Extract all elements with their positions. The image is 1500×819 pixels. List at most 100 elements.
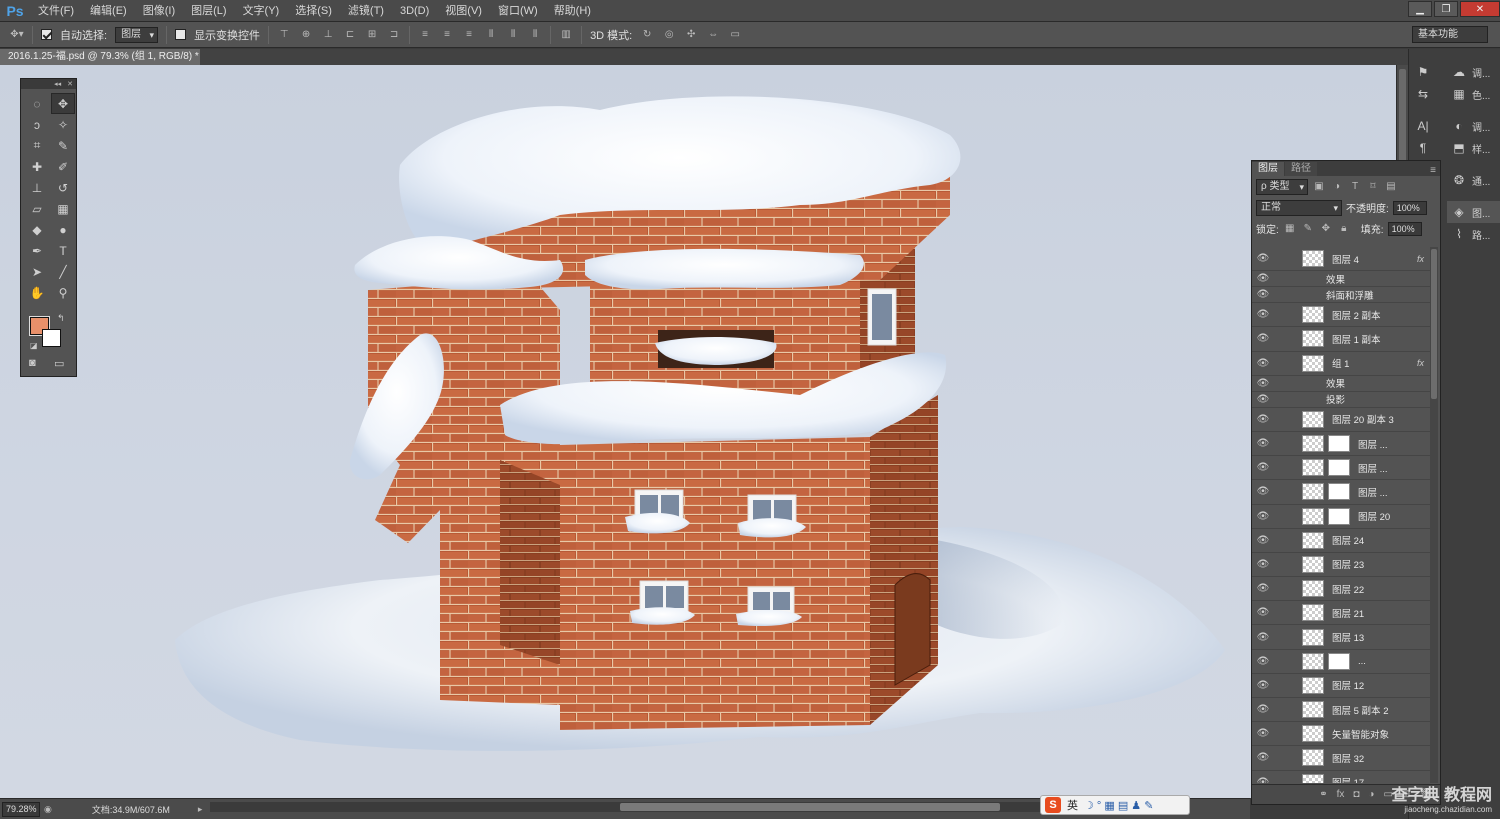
menu-layer[interactable]: 图层(L) [183, 0, 234, 22]
layer-row[interactable]: 👁︎ 图层 22 [1252, 577, 1430, 602]
layer-row[interactable]: 👁︎ 图层 4 fx [1252, 247, 1430, 272]
layer-row[interactable]: 👁︎ 图层 1 副本 [1252, 327, 1430, 352]
auto-select-checkbox[interactable] [41, 29, 52, 40]
visibility-eye-icon[interactable]: 👁︎ [1252, 289, 1274, 300]
distribute-left-icon[interactable]: ⦀ [484, 28, 498, 42]
layer-effect-row[interactable]: 👁︎ 投影 [1252, 392, 1430, 408]
healing-brush-icon[interactable]: ✚ [25, 156, 49, 177]
visibility-eye-icon[interactable]: 👁︎ [1252, 309, 1274, 320]
visibility-eye-icon[interactable]: 👁︎ [1252, 656, 1274, 667]
dock-adjustments[interactable]: ◐ 调... [1447, 115, 1500, 137]
lock-position-icon[interactable]: ✥ [1319, 222, 1333, 236]
layer-row[interactable]: 👁︎ 图层 32 [1252, 746, 1430, 771]
minimize-button[interactable]: ▁ [1408, 1, 1432, 17]
auto-select-target-dropdown[interactable]: 图层 [115, 26, 159, 43]
adjustment-panel-button[interactable]: ⇆ [1411, 83, 1441, 105]
visibility-eye-icon[interactable]: 👁︎ [1252, 253, 1274, 264]
visibility-eye-icon[interactable]: 👁︎ [1252, 438, 1274, 449]
distribute-hcenter-icon[interactable]: ⦀ [506, 28, 520, 42]
character-panel-button[interactable]: A| [1411, 115, 1441, 137]
layer-row[interactable]: 👁︎ 矢量智能对象 [1252, 722, 1430, 747]
layer-row[interactable]: 👁︎ 图层 24 [1252, 529, 1430, 553]
layer-row[interactable]: 👁︎ 图层 21 [1252, 601, 1430, 626]
menu-edit[interactable]: 编辑(E) [82, 0, 135, 22]
visibility-eye-icon[interactable]: 👁︎ [1252, 752, 1274, 763]
layer-row[interactable]: 👁︎ 图层 23 [1252, 553, 1430, 578]
layers-scrollbar[interactable] [1430, 247, 1438, 783]
menu-3d[interactable]: 3D(D) [392, 0, 437, 22]
layer-kind-filter[interactable]: ρ 类型 [1256, 178, 1308, 195]
tab-paths[interactable]: 路径 [1285, 162, 1317, 176]
visibility-eye-icon[interactable]: 👁︎ [1252, 680, 1274, 691]
document-canvas[interactable] [0, 65, 1396, 798]
crop-tool-icon[interactable]: ⌗ [25, 135, 49, 156]
menu-view[interactable]: 视图(V) [437, 0, 490, 22]
distribute-right-icon[interactable]: ⦀ [528, 28, 542, 42]
align-bottom-icon[interactable]: ⊥ [321, 28, 335, 42]
eyedropper-icon[interactable]: ✎ [51, 135, 75, 156]
ime-tool-icons[interactable]: ☽ ° ▦ ▤ ♟ ✎ [1084, 799, 1153, 812]
hand-tool-icon[interactable]: ✋ [25, 282, 49, 303]
lock-pixels-icon[interactable]: ▦ [1283, 222, 1297, 236]
dock-channels[interactable]: ❂ 通... [1447, 169, 1500, 191]
align-top-icon[interactable]: ⊤ [277, 28, 291, 42]
layer-mask-thumbnail[interactable] [1328, 483, 1350, 501]
default-colors-icon[interactable]: ◪ [30, 341, 38, 350]
layer-effect-row[interactable]: 👁︎ 效果 [1252, 271, 1430, 288]
status-preview-icon[interactable]: ◉ [44, 804, 52, 815]
layers-scroll-thumb[interactable] [1431, 249, 1437, 399]
tab-layers[interactable]: 图层 [1252, 162, 1284, 176]
background-color-swatch[interactable] [42, 329, 61, 347]
visibility-eye-icon[interactable]: 👁︎ [1252, 378, 1274, 389]
status-menu-arrow-icon[interactable]: ▸ [198, 804, 203, 815]
layer-row[interactable]: 👁︎ 组 1 fx [1252, 352, 1430, 376]
layer-mask-thumbnail[interactable] [1328, 435, 1350, 453]
lock-all-icon[interactable]: 🔒︎ [1337, 222, 1351, 236]
new-adjustment-icon[interactable]: ◑ [1368, 789, 1374, 800]
quick-mask-icon[interactable]: ◙ [29, 357, 36, 369]
zoom-tool-icon[interactable]: ⚲ [51, 282, 75, 303]
3d-pan-icon[interactable]: ✣ [684, 28, 698, 42]
layer-row[interactable]: 👁︎ 图层 20 副本 3 [1252, 408, 1430, 432]
layer-row[interactable]: 👁︎ 图层 ... [1252, 456, 1430, 481]
filter-shape-icon[interactable]: ⌑ [1366, 180, 1380, 194]
layer-row[interactable]: 👁︎ 图层 20 [1252, 505, 1430, 529]
close-button[interactable]: ✕ [1460, 1, 1500, 17]
add-mask-icon[interactable]: ◘ [1353, 789, 1359, 800]
type-tool-icon[interactable]: T [51, 240, 75, 261]
visibility-eye-icon[interactable]: 👁︎ [1252, 559, 1274, 570]
history-brush-icon[interactable]: ↺ [51, 177, 75, 198]
menu-window[interactable]: 窗口(W) [490, 0, 546, 22]
ime-toolbar[interactable]: S 英 ☽ ° ▦ ▤ ♟ ✎ [1040, 795, 1190, 815]
blend-mode-dropdown[interactable]: 正常 [1256, 199, 1342, 216]
dodge-tool-icon[interactable]: ● [51, 219, 75, 240]
line-tool-icon[interactable]: ╱ [51, 261, 75, 282]
restore-button[interactable]: ❐ [1434, 1, 1458, 17]
layer-row[interactable]: 👁︎ 图层 12 [1252, 674, 1430, 698]
dock-paths[interactable]: ⌇ 路... [1447, 223, 1500, 245]
filter-pixel-icon[interactable]: ▣ [1312, 180, 1326, 194]
layer-fx-badge[interactable]: fx [1417, 358, 1424, 368]
align-right-icon[interactable]: ⊐ [387, 28, 401, 42]
visibility-eye-icon[interactable]: 👁︎ [1252, 704, 1274, 715]
distribute-top-icon[interactable]: ≡ [418, 28, 432, 42]
visibility-eye-icon[interactable]: 👁︎ [1252, 583, 1274, 594]
layer-row[interactable]: 👁︎ 图层 ... [1252, 480, 1430, 505]
layer-row[interactable]: 👁︎... [1252, 650, 1430, 674]
horizontal-scrollbar[interactable] [210, 802, 1040, 812]
auto-align-icon[interactable]: ▥ [559, 28, 573, 42]
filter-smart-icon[interactable]: ▤ [1384, 180, 1398, 194]
layer-mask-thumbnail[interactable] [1328, 652, 1350, 670]
panel-menu-icon[interactable]: ≡ [1430, 165, 1440, 176]
link-layers-icon[interactable]: ⚭ [1319, 789, 1327, 800]
distribute-bottom-icon[interactable]: ≡ [462, 28, 476, 42]
fill-field[interactable]: 100% [1387, 221, 1422, 236]
align-hcenter-icon[interactable]: ⊞ [365, 28, 379, 42]
document-tab[interactable]: 2016.1.25-福.psd @ 79.3% (组 1, RGB/8) * × [0, 49, 211, 65]
layer-row[interactable]: 👁︎ 图层 17 [1252, 771, 1430, 783]
distribute-vcenter-icon[interactable]: ≡ [440, 28, 454, 42]
visibility-eye-icon[interactable]: 👁︎ [1252, 462, 1274, 473]
move-tool-preset-icon[interactable]: ✥▾ [10, 28, 24, 42]
magic-wand-icon[interactable]: ✧ [51, 114, 75, 135]
layer-effect-row[interactable]: 👁︎ 斜面和浮雕 [1252, 287, 1430, 304]
